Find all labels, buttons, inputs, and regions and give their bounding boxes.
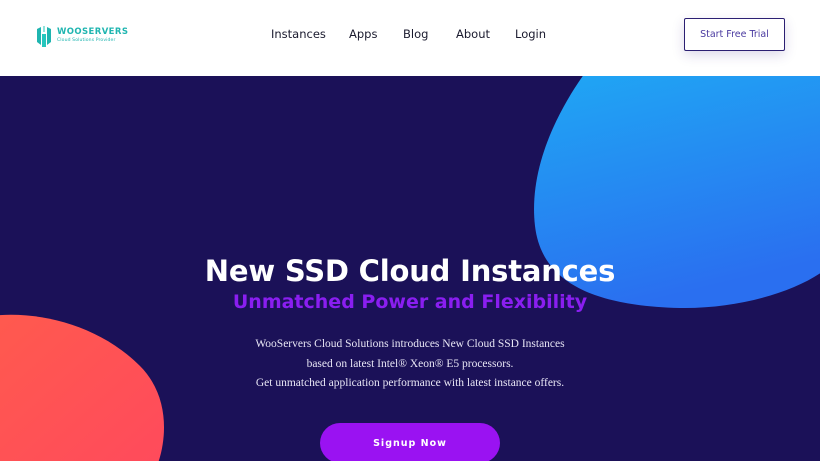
nav-item-about[interactable]: About (456, 27, 490, 41)
hero-description-line: based on latest Intel® Xeon® E5 processo… (306, 357, 514, 370)
start-free-trial-button[interactable]: Start Free Trial (684, 18, 785, 51)
nav-item-instances[interactable]: Instances (271, 27, 326, 41)
hero-subtitle: Unmatched Power and Flexibility (232, 291, 588, 313)
hero-description-line: WooServers Cloud Solutions introduces Ne… (255, 338, 565, 350)
site-header: WOOSERVERS Cloud Solutions Provider Inst… (0, 0, 820, 76)
nav-item-login[interactable]: Login (515, 27, 546, 41)
nav-item-apps[interactable]: Apps (349, 27, 377, 41)
hero-section: New SSD Cloud Instances Unmatched Power … (0, 76, 820, 461)
signup-now-button[interactable]: Signup Now (320, 423, 500, 461)
nav-item-blog[interactable]: Blog (403, 27, 428, 41)
hero-description-line: Get unmatched application performance wi… (255, 377, 565, 389)
hero-description: WooServers Cloud Solutions introduces Ne… (0, 335, 820, 394)
hero-title: New SSD Cloud Instances (204, 254, 616, 288)
